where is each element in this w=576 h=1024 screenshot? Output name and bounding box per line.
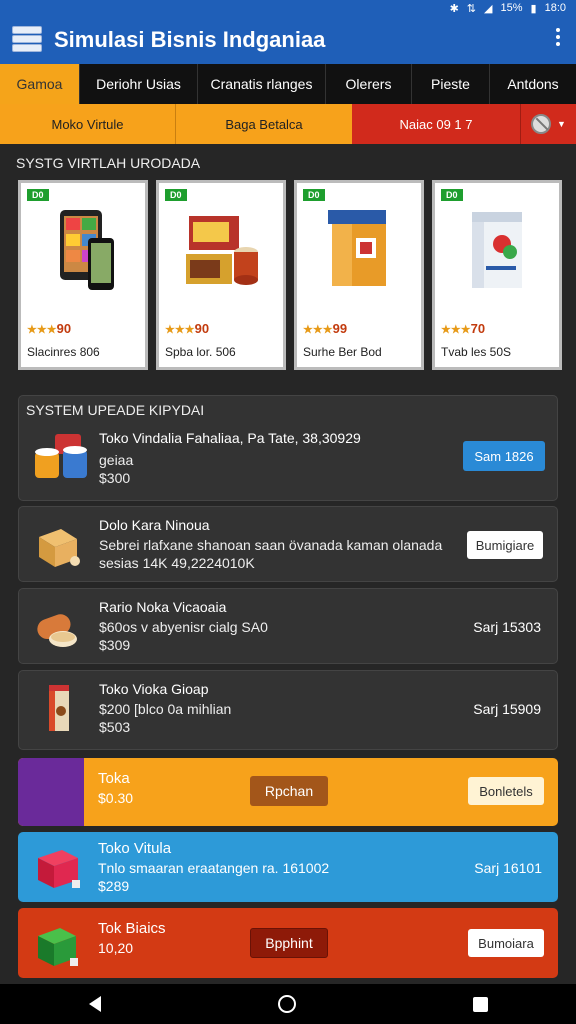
system-update-panel: SYSTEM UPEADE KIPYDAI Toko Vindalia Faha… bbox=[18, 395, 558, 501]
filter-bar: Moko Virtule Baga Betalca Naiac 09 1 7 ▼ bbox=[0, 104, 576, 144]
tab-olerers[interactable]: Olerers bbox=[326, 64, 412, 104]
back-icon[interactable] bbox=[88, 996, 101, 1012]
overflow-menu-icon[interactable] bbox=[554, 28, 562, 46]
main-tabs: Gamoa Deriohr Usias Cranatis rlanges Ole… bbox=[0, 64, 576, 104]
product-card[interactable]: D0 ★★★90 Slacinres 806 bbox=[18, 180, 148, 370]
item-desc: $60os v abyenisr cialg SA0 bbox=[99, 619, 268, 635]
recent-apps-icon[interactable] bbox=[472, 996, 488, 1012]
product-badge: D0 bbox=[441, 189, 463, 201]
product-name: Slacinres 806 bbox=[27, 345, 100, 359]
purchase-button[interactable]: Rpchan bbox=[250, 776, 328, 806]
item-title: Rario Noka Vicaoaia bbox=[99, 599, 227, 615]
item-action-button[interactable]: Bumoiara bbox=[468, 929, 544, 957]
status-bar: ✱ ⇅ ◢ 15% ▮ 18:0 bbox=[0, 0, 576, 16]
wifi-icon: ◢ bbox=[484, 2, 493, 15]
bread-icon bbox=[37, 614, 77, 647]
item-action-button[interactable]: Bonletels bbox=[468, 777, 544, 805]
item-title: Toko Vioka Gioap bbox=[99, 681, 209, 697]
product-card[interactable]: D0 ★★★99 Surhe Ber Bod bbox=[294, 180, 424, 370]
chevron-down-icon: ▼ bbox=[557, 119, 566, 129]
item-title: Tok Biaics bbox=[98, 920, 166, 937]
list-item[interactable]: Rario Noka Vicaoaia $60os v abyenisr cia… bbox=[18, 588, 558, 664]
box-icon bbox=[39, 529, 80, 567]
item-price: 10,20 bbox=[98, 940, 134, 956]
panel-line-1: Toko Vindalia Fahaliaa, Pa Tate, 38,3092… bbox=[99, 430, 361, 446]
item-price: $0.30 bbox=[98, 790, 134, 806]
green-box-icon bbox=[38, 928, 78, 966]
item-stat: Sarj 16101 bbox=[474, 860, 542, 876]
item-title: Dolo Kara Ninoua bbox=[99, 517, 210, 533]
product-card[interactable]: D0 ★★★70 Tvab les 50S bbox=[432, 180, 562, 370]
smartphone-icon bbox=[60, 210, 114, 290]
carton-box-icon bbox=[328, 210, 386, 286]
filter-dropdown[interactable]: ▼ bbox=[520, 104, 576, 144]
filter-moko-virtule[interactable]: Moko Virtule bbox=[0, 104, 176, 144]
system-nav-bar bbox=[0, 984, 576, 1024]
item-price: $309 bbox=[99, 637, 131, 653]
item-stat: Sarj 15909 bbox=[473, 701, 541, 717]
package-icon bbox=[472, 212, 522, 288]
item-action-button[interactable]: Bumigiare bbox=[467, 531, 543, 559]
list-item[interactable]: Toka $0.30 Rpchan Bonletels bbox=[18, 758, 558, 826]
filter-baga-betalca[interactable]: Baga Betalca bbox=[176, 104, 352, 144]
item-desc: $200 [blco 0a mihlian bbox=[99, 701, 232, 717]
item-desc: Sebrei rlafxane shanoan saan övanada kam… bbox=[99, 537, 443, 553]
battery-icon: ▮ bbox=[530, 2, 537, 15]
item-desc: Tnlo smaaran eraatangen ra. 161002 bbox=[98, 860, 330, 876]
bluetooth-icon: ✱ bbox=[449, 2, 459, 15]
product-badge: D0 bbox=[303, 189, 325, 201]
product-rating: ★★★90 bbox=[27, 321, 72, 336]
tab-pieste[interactable]: Pieste bbox=[412, 64, 490, 104]
item-stat: Sarj 15303 bbox=[473, 619, 541, 635]
filter-naiac[interactable]: Naiac 09 1 7 bbox=[352, 104, 520, 144]
food-box-icon bbox=[186, 216, 258, 285]
item-title: Toko Vitula bbox=[98, 840, 172, 857]
section-title: SYSTG VIRTLAH URODADA bbox=[16, 155, 201, 171]
tab-cranatis-rlanges[interactable]: Cranatis rlanges bbox=[198, 64, 326, 104]
panel-line-2: geiaa bbox=[99, 452, 134, 468]
purchase-button[interactable]: Bpphint bbox=[250, 928, 328, 958]
item-price: $503 bbox=[99, 719, 131, 735]
tab-deriohr-usias[interactable]: Deriohr Usias bbox=[80, 64, 198, 104]
product-cards: D0 ★★★90 Slacinres 806 D0 ★★★90 Spba lor… bbox=[18, 180, 562, 370]
product-badge: D0 bbox=[165, 189, 187, 201]
clock: 18:0 bbox=[544, 2, 566, 14]
product-rating: ★★★99 bbox=[303, 321, 348, 336]
product-name: Tvab les 50S bbox=[441, 345, 512, 359]
product-name: Surhe Ber Bod bbox=[303, 345, 382, 359]
item-price: $289 bbox=[98, 878, 130, 894]
product-name: Spba lor. 506 bbox=[165, 345, 236, 359]
product-rating: ★★★90 bbox=[165, 321, 210, 336]
list-item[interactable]: Toko Vioka Gioap $200 [blco 0a mihlian $… bbox=[18, 670, 558, 750]
tab-gamoa[interactable]: Gamoa bbox=[0, 64, 80, 104]
product-rating: ★★★70 bbox=[441, 321, 486, 336]
cups-icon bbox=[35, 434, 87, 478]
packet-icon bbox=[49, 685, 69, 731]
app-logo-icon bbox=[12, 24, 44, 56]
signal-icon: ⇅ bbox=[466, 2, 477, 15]
list-item[interactable]: Toko Vitula Tnlo smaaran eraatangen ra. … bbox=[18, 832, 558, 902]
app-title: Simulasi Bisnis Indganiaa bbox=[54, 27, 326, 52]
item-meta: sesias 14K 49,2224010K bbox=[99, 555, 255, 571]
item-title: Toka bbox=[98, 770, 130, 787]
product-badge: D0 bbox=[27, 189, 49, 201]
product-card[interactable]: D0 ★★★90 Spba lor. 506 bbox=[156, 180, 286, 370]
panel-action-button[interactable]: Sam 1826 bbox=[463, 441, 545, 471]
app-bar: Simulasi Bisnis Indganiaa bbox=[0, 16, 576, 64]
block-icon bbox=[531, 114, 552, 134]
item-swatch bbox=[18, 758, 84, 826]
battery-percent: 15% bbox=[500, 2, 523, 14]
list-item[interactable]: Tok Biaics 10,20 Bpphint Bumoiara bbox=[18, 908, 558, 978]
red-box-icon bbox=[38, 850, 80, 888]
panel-price: $300 bbox=[99, 470, 131, 486]
list-item[interactable]: Dolo Kara Ninoua Sebrei rlafxane shanoan… bbox=[18, 506, 558, 582]
panel-title: SYSTEM UPEADE KIPYDAI bbox=[26, 402, 205, 418]
home-icon[interactable] bbox=[277, 995, 296, 1013]
tab-antdons[interactable]: Antdons bbox=[490, 64, 576, 104]
